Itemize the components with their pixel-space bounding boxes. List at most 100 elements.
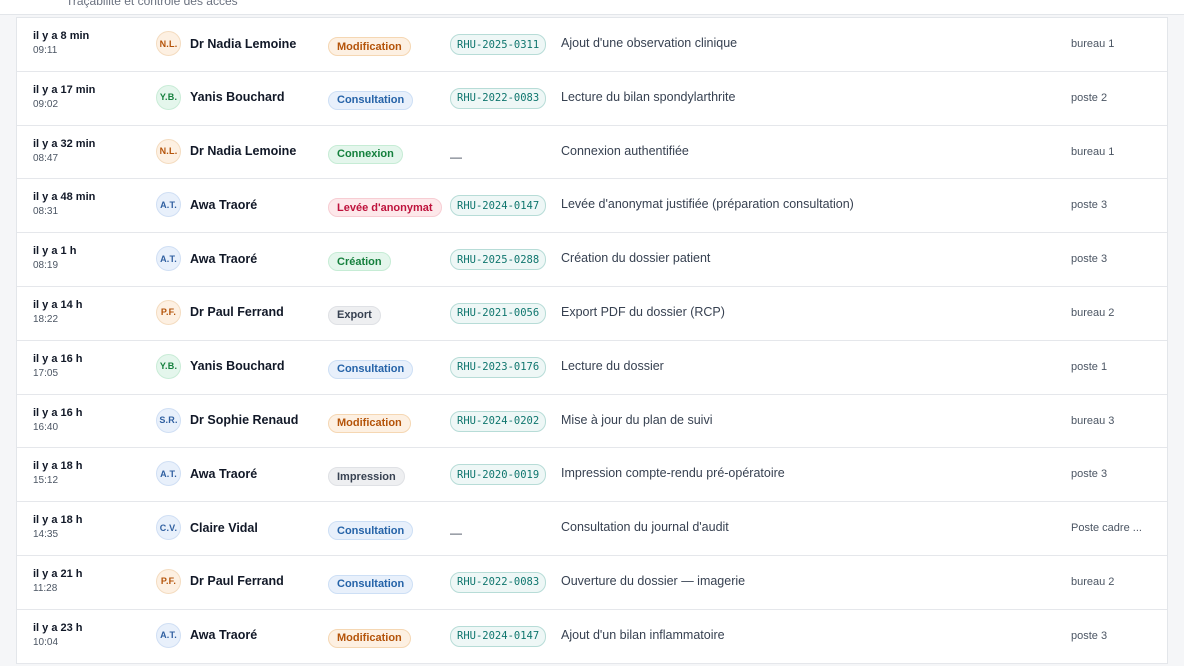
avatar: A.T. <box>156 246 181 272</box>
table-row[interactable]: il y a 16 h 16:40 S.R. Dr Sophie Renaud … <box>17 395 1167 449</box>
event-time: il y a 16 h 17:05 <box>33 353 83 380</box>
event-type-badge: Export <box>328 305 381 325</box>
event-time: il y a 8 min 09:11 <box>33 30 89 57</box>
avatar: Y.B. <box>156 84 181 110</box>
avatar: P.F. <box>156 299 181 325</box>
relative-time: il y a 1 h <box>33 245 77 258</box>
user-cell: S.R. Dr Sophie Renaud <box>156 407 299 433</box>
workstation: poste 3 <box>1071 253 1108 266</box>
workstation: bureau 2 <box>1071 575 1115 588</box>
workstation: poste 1 <box>1071 360 1108 373</box>
event-type-badge: Modification <box>328 413 411 433</box>
patient-id-chip[interactable]: RHU-2022-0083 <box>450 87 547 109</box>
action-description: Ajout d'un bilan inflammatoire <box>561 627 725 642</box>
user-cell: P.F. Dr Paul Ferrand <box>156 568 284 594</box>
patient-id-chip[interactable]: RHU-2024-0147 <box>450 625 547 647</box>
event-time: il y a 32 min 08:47 <box>33 138 95 165</box>
action-description: Connexion authentifiée <box>561 143 689 158</box>
avatar: S.R. <box>156 407 181 433</box>
table-row[interactable]: il y a 16 h 17:05 Y.B. Yanis Bouchard Co… <box>17 341 1167 395</box>
user-cell: Y.B. Yanis Bouchard <box>156 353 285 379</box>
absolute-time: 11:28 <box>33 582 58 594</box>
patient-id-empty: — <box>450 149 462 164</box>
event-type-badge: Consultation <box>328 90 414 110</box>
table-row[interactable]: il y a 21 h 11:28 P.F. Dr Paul Ferrand C… <box>17 556 1167 610</box>
event-type-badge: Consultation <box>328 574 414 594</box>
table-row[interactable]: il y a 17 min 09:02 Y.B. Yanis Bouchard … <box>17 72 1167 126</box>
event-type-badge: Levée d'anonymat <box>328 198 442 218</box>
event-type-badge: Consultation <box>328 521 414 541</box>
user-name: Dr Paul Ferrand <box>190 305 284 320</box>
action-description: Création du dossier patient <box>561 251 711 266</box>
event-type-badge: Modification <box>328 628 411 648</box>
absolute-time: 08:47 <box>33 152 59 164</box>
patient-id-chip[interactable]: RHU-2024-0147 <box>450 195 547 217</box>
user-cell: N.L. Dr Nadia Lemoine <box>156 138 297 164</box>
table-row[interactable]: il y a 1 h 08:19 A.T. Awa Traoré Créatio… <box>17 233 1167 287</box>
event-type-badge: Consultation <box>328 359 414 379</box>
user-cell: C.V. Claire Vidal <box>156 515 258 541</box>
user-cell: A.T. Awa Traoré <box>156 461 257 487</box>
user-name: Dr Paul Ferrand <box>190 574 284 589</box>
relative-time: il y a 16 h <box>33 406 83 419</box>
patient-id-chip[interactable]: RHU-2024-0202 <box>450 410 547 432</box>
user-name: Awa Traoré <box>190 628 258 643</box>
workstation: bureau 3 <box>1071 414 1115 427</box>
relative-time: il y a 21 h <box>33 567 83 580</box>
user-cell: A.T. Awa Traoré <box>156 622 258 648</box>
workstation: bureau 2 <box>1071 306 1115 319</box>
event-time: il y a 23 h 10:04 <box>33 622 83 649</box>
user-name: Dr Sophie Renaud <box>190 413 299 428</box>
table-row[interactable]: il y a 18 h 15:12 A.T. Awa Traoré Impres… <box>17 448 1167 503</box>
table-row[interactable]: il y a 48 min 08:31 A.T. Awa Traoré Levé… <box>17 179 1167 234</box>
patient-id-empty: — <box>450 526 462 541</box>
action-description: Ouverture du dossier — imagerie <box>561 573 746 588</box>
workstation: bureau 1 <box>1071 145 1115 158</box>
absolute-time: 09:11 <box>33 45 58 56</box>
table-row[interactable]: il y a 14 h 18:22 P.F. Dr Paul Ferrand E… <box>17 287 1167 341</box>
absolute-time: 10:04 <box>33 636 59 648</box>
absolute-time: 17:05 <box>33 367 59 379</box>
patient-id-chip[interactable]: RHU-2022-0083 <box>450 571 547 593</box>
avatar: A.T. <box>156 192 181 218</box>
table-row[interactable]: il y a 18 h 14:35 C.V. Claire Vidal Cons… <box>17 502 1167 556</box>
event-time: il y a 1 h 08:19 <box>33 245 76 272</box>
user-name: Awa Traoré <box>190 251 258 266</box>
table-row[interactable]: il y a 23 h 10:04 A.T. Awa Traoré Modifi… <box>17 610 1167 664</box>
relative-time: il y a 18 h <box>33 514 83 527</box>
action-description: Levée d'anonymat justifiée (préparation … <box>561 197 854 212</box>
relative-time: il y a 17 min <box>33 83 96 96</box>
event-type-badge: Création <box>328 252 391 272</box>
user-name: Yanis Bouchard <box>190 90 285 105</box>
user-name: Dr Nadia Lemoine <box>190 144 297 159</box>
relative-time: il y a 23 h <box>33 621 83 634</box>
user-name: Claire Vidal <box>190 520 258 535</box>
relative-time: il y a 48 min <box>33 191 96 204</box>
patient-id-chip[interactable]: RHU-2025-0311 <box>450 34 547 55</box>
workstation: bureau 1 <box>1071 38 1115 50</box>
table-row[interactable]: il y a 8 min 09:11 N.L. Dr Nadia Lemoine… <box>17 18 1167 72</box>
patient-id-chip[interactable]: RHU-2021-0056 <box>450 302 547 324</box>
event-type-badge: Impression <box>328 467 405 487</box>
workstation: poste 3 <box>1071 629 1108 642</box>
workstation: poste 3 <box>1071 468 1108 481</box>
user-cell: Y.B. Yanis Bouchard <box>156 84 285 110</box>
absolute-time: 15:12 <box>33 475 59 487</box>
absolute-time: 18:22 <box>33 313 59 325</box>
event-time: il y a 18 h 15:12 <box>33 460 83 487</box>
action-description: Ajout d'une observation clinique <box>561 36 738 50</box>
patient-id-chip[interactable]: RHU-2025-0288 <box>450 249 547 271</box>
table-row[interactable]: il y a 32 min 08:47 N.L. Dr Nadia Lemoin… <box>17 126 1167 180</box>
absolute-time: 08:31 <box>33 206 59 218</box>
event-type-badge: Connexion <box>328 144 403 164</box>
event-time: il y a 21 h 11:28 <box>33 568 83 595</box>
user-cell: P.F. Dr Paul Ferrand <box>156 299 284 325</box>
audit-log-table: il y a 8 min 09:11 N.L. Dr Nadia Lemoine… <box>16 17 1168 664</box>
patient-id-chip[interactable]: RHU-2020-0019 <box>450 464 547 486</box>
user-name: Awa Traoré <box>190 197 258 212</box>
user-name: Yanis Bouchard <box>190 359 285 374</box>
patient-id-chip[interactable]: RHU-2023-0176 <box>450 356 547 378</box>
relative-time: il y a 14 h <box>33 298 83 311</box>
relative-time: il y a 18 h <box>33 460 83 473</box>
avatar: P.F. <box>156 568 181 594</box>
